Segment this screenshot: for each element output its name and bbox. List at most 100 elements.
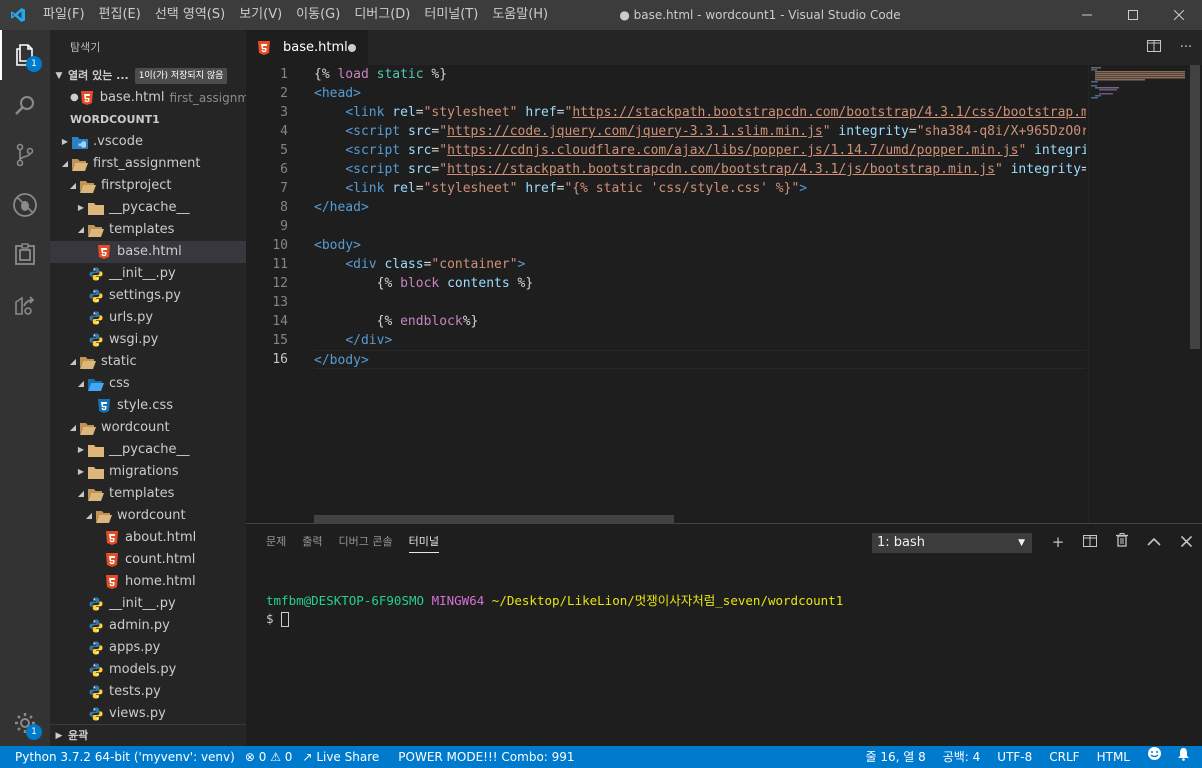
tree-folder[interactable]: ▶ __pycache__ xyxy=(50,439,246,461)
live-share-icon[interactable] xyxy=(0,280,50,330)
tree-file[interactable]: models.py xyxy=(50,659,246,681)
code-line[interactable]: <script src = "https://stackpath.bootstrap… xyxy=(314,160,1086,179)
code-line[interactable]: </head> xyxy=(314,198,1086,217)
feedback-smiley-icon[interactable] xyxy=(1142,746,1172,768)
encoding[interactable]: UTF-8 xyxy=(992,746,1044,768)
tree-folder[interactable]: ◢ static xyxy=(50,351,246,373)
extensions-icon[interactable] xyxy=(0,230,50,280)
code-editor[interactable]: 1 2 3 4 5 6 7 8 9 10 11 12 13 14 15 16 {% load static %… xyxy=(246,65,1202,523)
tree-folder[interactable]: ◢ first_assignment xyxy=(50,153,246,175)
explorer-icon[interactable]: 1 xyxy=(0,30,50,80)
tree-file[interactable]: wsgi.py xyxy=(50,329,246,351)
maximize-panel-icon[interactable] xyxy=(1138,533,1170,551)
code-line[interactable] xyxy=(314,293,1086,312)
menu-item[interactable]: 도움말(H) xyxy=(485,0,555,30)
tree-file[interactable]: settings.py xyxy=(50,285,246,307)
split-editor-icon[interactable] xyxy=(1138,39,1170,56)
end-of-line[interactable]: CRLF xyxy=(1044,746,1091,768)
python-interpreter[interactable]: Python 3.7.2 64-bit ('myvenv': venv) xyxy=(0,746,240,768)
menu-item[interactable]: 선택 영역(S) xyxy=(148,0,232,30)
tab-base-html[interactable]: base.html xyxy=(246,30,368,65)
terminal-select[interactable]: 1: bash ▼ xyxy=(872,533,1032,553)
code-line[interactable]: {% block contents %} xyxy=(314,274,1086,293)
code-line[interactable]: <div class="container"> xyxy=(314,255,1086,274)
menu-item[interactable]: 터미널(T) xyxy=(417,0,485,30)
close-panel-icon[interactable] xyxy=(1170,533,1202,551)
settings-gear-icon[interactable]: 1 xyxy=(0,698,50,748)
tree-file[interactable]: apps.py xyxy=(50,637,246,659)
search-icon[interactable] xyxy=(0,80,50,130)
minimize-button[interactable] xyxy=(1064,0,1110,30)
tree-folder[interactable]: ◢ templates xyxy=(50,483,246,505)
panel-tab[interactable]: 디버그 콘솔 xyxy=(331,524,401,559)
dirty-dot-icon[interactable]: ● xyxy=(70,87,79,109)
tree-folder[interactable]: ◢ css xyxy=(50,373,246,395)
code-line[interactable]: <script src = "https://code.jquery.com/jqu… xyxy=(314,122,1086,141)
cursor-position[interactable]: 줄 16, 열 8 xyxy=(860,746,937,768)
indentation[interactable]: 공백: 4 xyxy=(938,746,993,768)
tree-file[interactable]: count.html xyxy=(50,549,246,571)
code-line[interactable]: </body> xyxy=(314,350,1086,369)
menu-item[interactable]: 보기(V) xyxy=(232,0,289,30)
code-line[interactable]: </div> xyxy=(314,331,1086,350)
terminal-output[interactable]: tmfbm@DESKTOP-6F90SMO MINGW64 ~/Desktop/… xyxy=(266,592,843,628)
split-terminal-icon[interactable] xyxy=(1074,533,1106,551)
tree-folder[interactable]: ◢ wordcount xyxy=(50,417,246,439)
menu-item[interactable]: 파일(F) xyxy=(36,0,92,30)
tree-file[interactable]: admin.py xyxy=(50,615,246,637)
scrollbar-thumb[interactable] xyxy=(1190,65,1200,349)
tree-file[interactable]: about.html xyxy=(50,527,246,549)
tree-file[interactable]: style.css xyxy=(50,395,246,417)
new-terminal-icon[interactable]: + xyxy=(1042,533,1074,551)
unsaved-dot-icon[interactable] xyxy=(348,44,356,52)
open-editors-header[interactable]: ▼ 열려 있는 ... 1이(가) 저장되지 않음 xyxy=(50,65,246,87)
horizontal-scrollbar[interactable] xyxy=(314,515,674,523)
tree-folder[interactable]: ▶ __pycache__ xyxy=(50,197,246,219)
workspace-header[interactable]: WORDCOUNT1 xyxy=(50,109,246,131)
tree-file[interactable]: urls.py xyxy=(50,307,246,329)
language-mode[interactable]: HTML xyxy=(1092,746,1142,768)
tree-file[interactable]: tests.py xyxy=(50,681,246,703)
code-line[interactable]: <head> xyxy=(314,84,1086,103)
close-window-button[interactable] xyxy=(1156,0,1202,30)
tree-file[interactable]: __init__.py xyxy=(50,263,246,285)
open-editor-item[interactable]: ● base.html first_assignm... xyxy=(50,87,246,109)
more-actions-icon[interactable]: ··· xyxy=(1170,40,1202,55)
trash-icon[interactable] xyxy=(1106,532,1138,551)
code-line[interactable]: <script src="https://cdnjs.cloudflare.co… xyxy=(314,141,1086,160)
menu-item[interactable]: 디버그(D) xyxy=(347,0,417,30)
code-line[interactable]: {% load static %} xyxy=(314,65,1086,84)
minimap[interactable] xyxy=(1088,65,1188,523)
source-control-icon[interactable] xyxy=(0,130,50,180)
tree-file[interactable]: __init__.py xyxy=(50,593,246,615)
menu-item[interactable]: 이동(G) xyxy=(289,0,347,30)
tree-file[interactable]: views.py xyxy=(50,703,246,725)
code-line[interactable]: {% endblock%} xyxy=(314,312,1086,331)
tree-folder[interactable]: ◢ templates xyxy=(50,219,246,241)
panel-tab[interactable]: 출력 xyxy=(294,524,330,559)
tree-folder[interactable]: ▶ .vscode xyxy=(50,131,246,153)
title-bar: 파일(F) 편집(E) 선택 영역(S) 보기(V) 이동(G) 디버그(D) 터미널(T)… xyxy=(0,0,1202,30)
debug-icon[interactable] xyxy=(0,180,50,230)
panel-tab[interactable]: 문제 xyxy=(258,524,294,559)
vertical-scrollbar[interactable] xyxy=(1188,65,1202,523)
tree-folder[interactable]: ◢ firstproject xyxy=(50,175,246,197)
tree-file[interactable]: base.html xyxy=(50,241,246,263)
code-line[interactable]: <body> xyxy=(314,236,1086,255)
outline-section[interactable]: ▶ 윤곽 xyxy=(50,724,246,746)
code-token: https://stackpath.bootstrapcdn.com/boots… xyxy=(447,162,995,177)
code-content[interactable]: {% load static %} <head> <link rel="style… xyxy=(314,65,1086,369)
tree-folder[interactable]: ◢ wordcount xyxy=(50,505,246,527)
code-line[interactable]: <link rel="stylesheet" href="https://sta… xyxy=(314,103,1086,122)
code-line[interactable] xyxy=(314,217,1086,236)
menu-item[interactable]: 편집(E) xyxy=(92,0,148,30)
notifications-bell-icon[interactable] xyxy=(1172,746,1202,768)
live-share-button[interactable]: ↗ Live Share xyxy=(297,746,384,768)
live-share-status-icon: ↗ xyxy=(302,750,313,764)
problems-indicator[interactable]: ⊗ 0 ⚠ 0 xyxy=(240,746,298,768)
code-line[interactable]: <link rel="stylesheet" href="{% static '… xyxy=(314,179,1086,198)
tree-file[interactable]: home.html xyxy=(50,571,246,593)
panel-tab[interactable]: 터미널 xyxy=(401,524,447,559)
maximize-button[interactable] xyxy=(1110,0,1156,30)
tree-folder[interactable]: ▶ migrations xyxy=(50,461,246,483)
